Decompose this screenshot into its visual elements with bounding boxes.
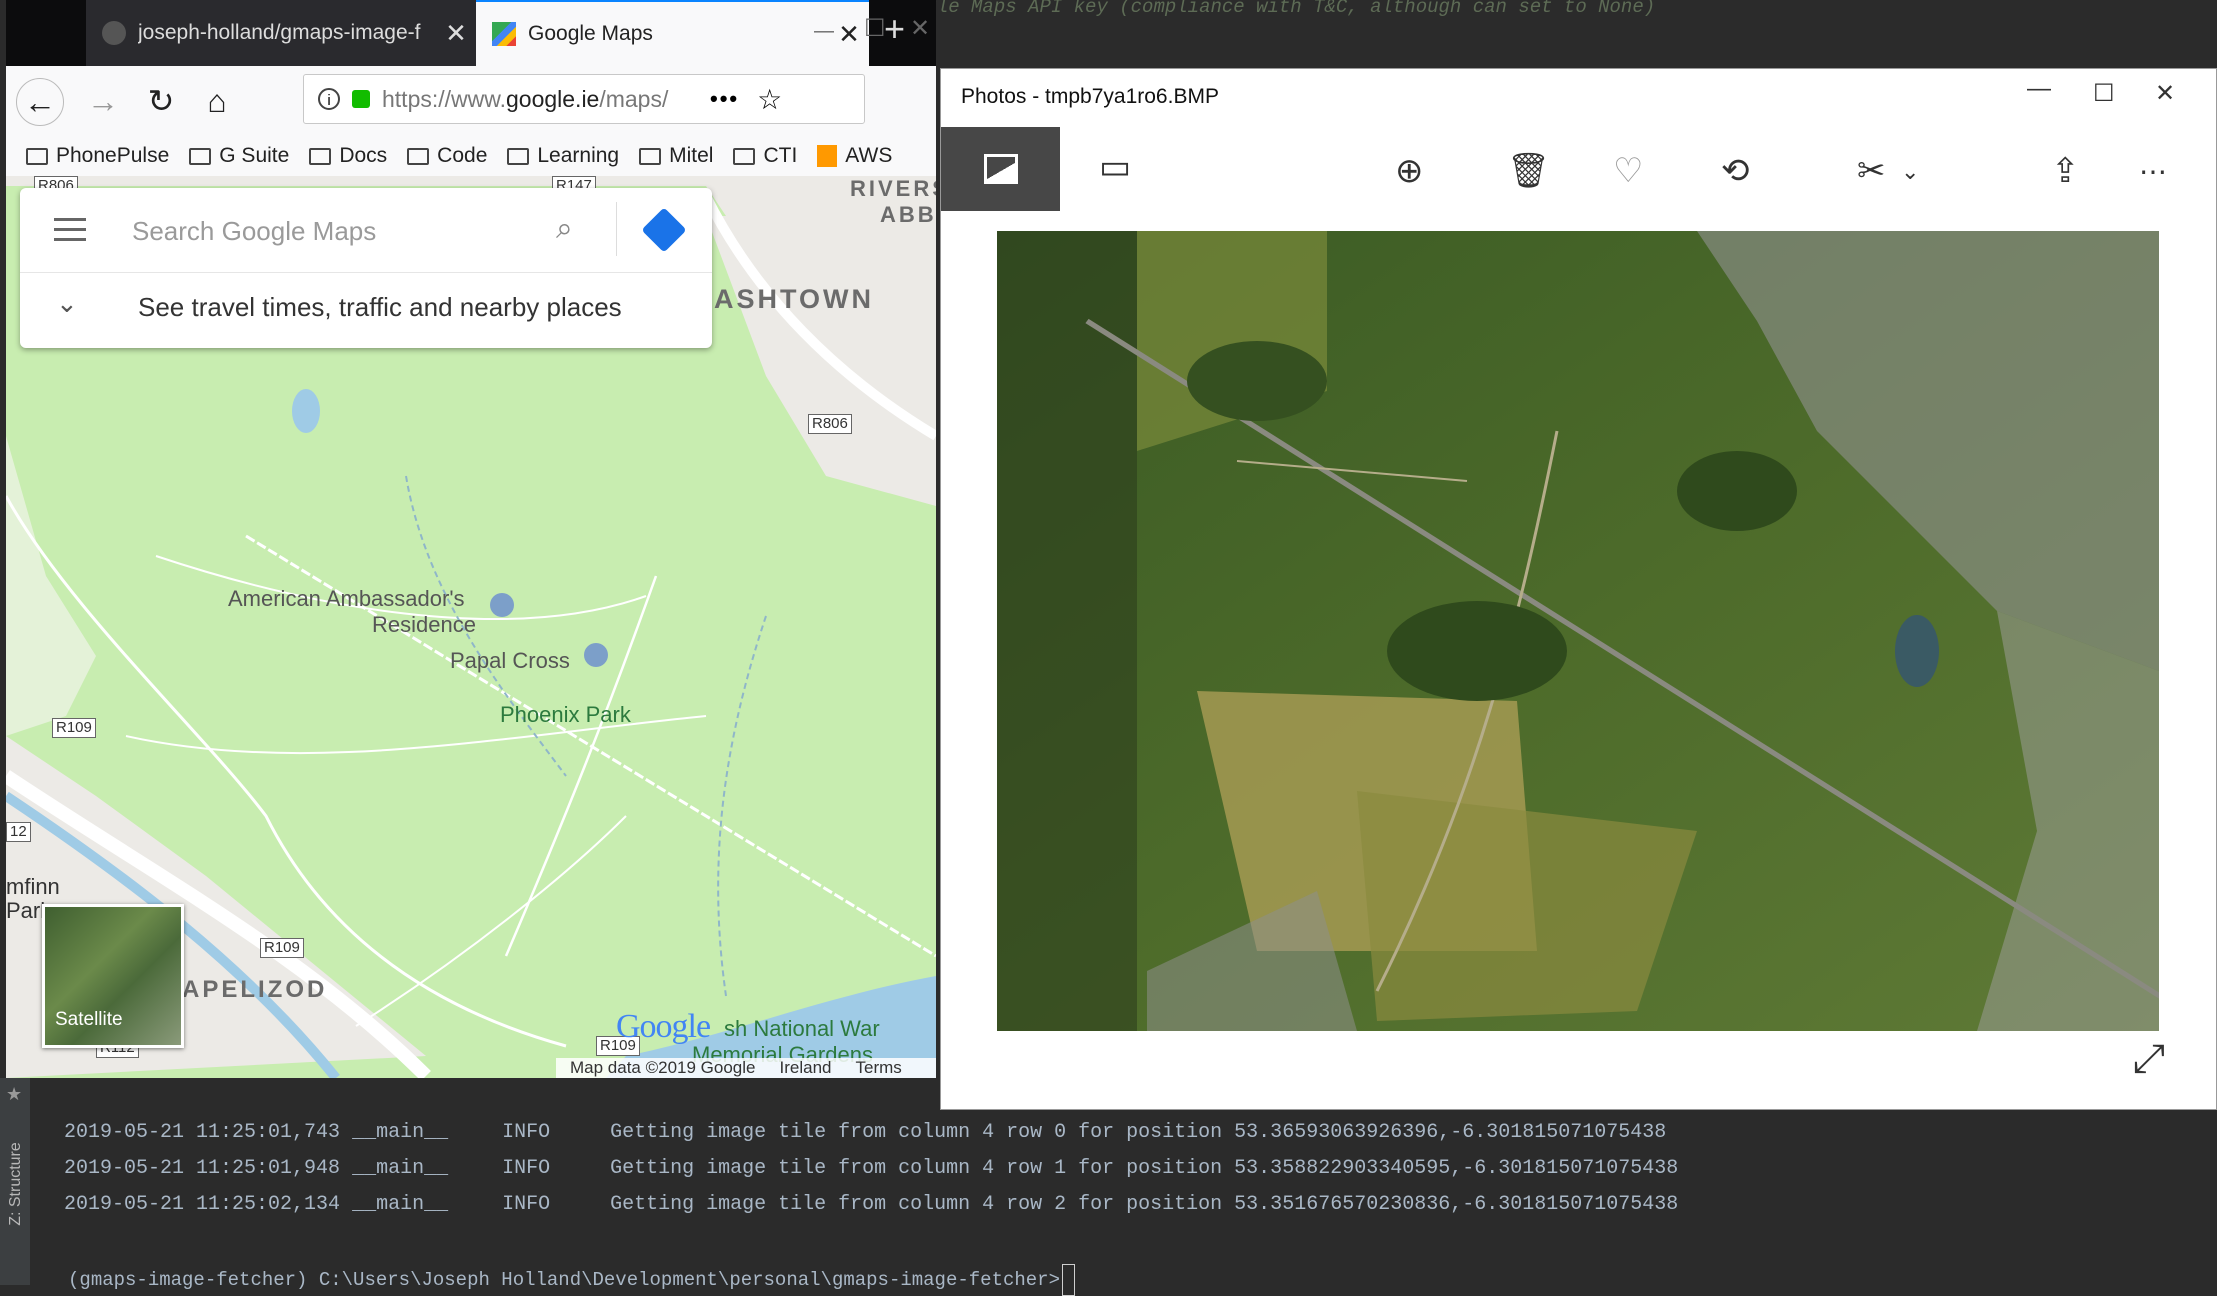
favorite-heart-icon[interactable]: ♡ [1613, 151, 1643, 191]
divider [616, 202, 617, 256]
url-bar[interactable]: i https://www.google.ie/maps/ ••• ☆ [303, 74, 865, 124]
aws-icon [817, 145, 838, 167]
lock-icon[interactable] [352, 90, 370, 108]
photos-window: Photos - tmpb7ya1ro6.BMP — ☐ ✕ ▭ ⊕ 🗑 ♡ ⟲… [940, 68, 2217, 1110]
place-label-chapelizod[interactable]: APELIZOD [182, 976, 327, 1004]
bookmark-learning[interactable]: Learning [507, 144, 619, 168]
new-tab-icon[interactable]: + [884, 8, 905, 50]
folder-icon [26, 147, 48, 165]
more-options-icon[interactable]: ⋯ [2139, 155, 2167, 188]
back-button[interactable]: ← [16, 78, 64, 126]
bookmark-phonepulse[interactable]: PhonePulse [26, 144, 169, 168]
place-label-war-gardens[interactable]: sh National War [724, 1016, 880, 1042]
place-label-ambassador[interactable]: American Ambassador's [228, 586, 465, 612]
chevron-down-icon[interactable]: ⌄ [56, 288, 78, 319]
tab-bar: joseph-holland/gmaps-image-f ✕ Google Ma… [6, 0, 936, 66]
home-button[interactable]: ⌂ [194, 78, 240, 124]
chevron-down-icon[interactable]: ⌄ [1901, 159, 1919, 185]
edit-create-icon[interactable]: ✂ [1857, 151, 1886, 191]
close-tab-icon[interactable]: ✕ [829, 19, 869, 50]
road-shield: R806 [808, 414, 852, 434]
google-logo: Google [616, 1008, 711, 1045]
terminal-prompt[interactable]: (gmaps-image-fetcher) C:\Users\Joseph Ho… [44, 1240, 1075, 1296]
bookmark-cti[interactable]: CTI [733, 144, 797, 168]
terms-link[interactable]: Terms [855, 1058, 901, 1078]
bookmark-star-icon[interactable]: ☆ [757, 83, 782, 116]
travel-times-row[interactable]: ⌄ See travel times, traffic and nearby p… [20, 272, 712, 348]
log-line: 2019-05-21 11:25:02,134 __main__ INFO Gett… [64, 1193, 1679, 1216]
road-shield: 12 [6, 822, 31, 842]
github-icon [102, 21, 126, 45]
text-cursor [1061, 1264, 1075, 1296]
close-window-button[interactable]: ✕ [910, 14, 930, 43]
folder-icon [309, 147, 332, 165]
map-footer: Map data ©2019 Google Ireland Terms [556, 1058, 936, 1078]
region-link[interactable]: Ireland [780, 1058, 832, 1078]
hamburger-menu-icon[interactable] [54, 218, 86, 248]
navigation-bar: ← → ↻ ⌂ i https://www.google.ie/maps/ ••… [6, 66, 936, 137]
folder-icon [407, 147, 430, 165]
url-text: https://www.google.ie/maps/ [382, 85, 669, 112]
landmark-pin-icon[interactable] [490, 593, 514, 617]
search-input[interactable] [130, 212, 554, 250]
bookmark-gsuite[interactable]: G Suite [189, 144, 289, 168]
landmark-pin-icon[interactable] [584, 643, 608, 667]
rotate-icon[interactable]: ⟲ [1721, 151, 1750, 191]
image-icon [983, 154, 1018, 184]
folder-icon [189, 147, 212, 165]
satellite-toggle[interactable]: Satellite [42, 904, 184, 1048]
directions-icon[interactable] [641, 207, 687, 253]
photos-titlebar: Photos - tmpb7ya1ro6.BMP — ☐ ✕ [961, 75, 2176, 108]
favorites-icon[interactable]: ★ [6, 1084, 22, 1105]
forward-button[interactable]: → [80, 78, 126, 124]
bookmark-code[interactable]: Code [407, 144, 487, 168]
maximize-button[interactable]: ☐ [2093, 79, 2115, 108]
place-label-rivers[interactable]: RIVERS [850, 176, 936, 202]
aerial-photo[interactable] [997, 231, 2170, 1031]
ide-code-comment: * Added Google Maps API key (compliance … [800, 0, 1656, 16]
reload-button[interactable]: ↻ [138, 78, 184, 124]
close-tab-icon[interactable]: ✕ [436, 18, 476, 49]
share-icon[interactable]: ⇪ [2051, 151, 2080, 191]
structure-tool-tab[interactable]: Z: Structure [7, 1142, 25, 1226]
aerial-photo-graphics [997, 231, 2170, 1031]
folder-icon [507, 147, 530, 165]
folder-icon [733, 147, 756, 165]
place-label-papal-cross[interactable]: Papal Cross [450, 648, 570, 674]
tab-github[interactable]: joseph-holland/gmaps-image-f ✕ [86, 0, 476, 66]
minimize-button[interactable]: — [814, 20, 834, 43]
place-label-phoenix-park[interactable]: Phoenix Park [500, 702, 631, 728]
tab-google-maps[interactable]: Google Maps ✕ [476, 0, 869, 66]
bookmark-aws[interactable]: AWS [817, 144, 892, 168]
road-shield: R109 [52, 718, 96, 738]
place-label-abbe[interactable]: ABBE [880, 202, 936, 228]
google-maps-icon [492, 22, 516, 46]
info-icon[interactable]: i [318, 88, 340, 110]
place-label-ashtown[interactable]: ASHTOWN [714, 284, 874, 315]
road-shield: R109 [260, 938, 304, 958]
folder-icon [639, 147, 662, 165]
zoom-in-icon[interactable]: ⊕ [1395, 151, 1424, 191]
minimize-button[interactable]: — [2027, 75, 2051, 103]
fullscreen-expand-icon[interactable]: ⤢ [2133, 1037, 2165, 1082]
bookmark-mitel[interactable]: Mitel [639, 144, 713, 168]
maximize-button[interactable]: ☐ [864, 14, 886, 43]
slideshow-icon[interactable]: ▭ [1099, 147, 1131, 187]
search-panel: ⌕ ⌄ See travel times, traffic and nearby… [20, 188, 712, 348]
photos-toolbar: ▭ ⊕ 🗑 ♡ ⟲ ✂ ⌄ ⇪ ⋯ [941, 127, 2216, 211]
place-label-residence[interactable]: Residence [372, 612, 476, 638]
place-label-mfinn[interactable]: mfinn [6, 874, 60, 900]
delete-icon[interactable]: 🗑 [1507, 151, 1550, 191]
search-row: ⌕ [20, 188, 712, 273]
bookmarks-toolbar: PhonePulse G Suite Docs Code Learning Mi… [6, 136, 936, 176]
page-actions-icon[interactable]: ••• [710, 86, 739, 112]
view-image-button[interactable] [941, 127, 1060, 211]
bookmark-docs[interactable]: Docs [309, 144, 387, 168]
firefox-window: joseph-holland/gmaps-image-f ✕ Google Ma… [6, 0, 936, 1078]
close-window-button[interactable]: ✕ [2155, 79, 2175, 108]
search-icon[interactable]: ⌕ [556, 212, 573, 246]
